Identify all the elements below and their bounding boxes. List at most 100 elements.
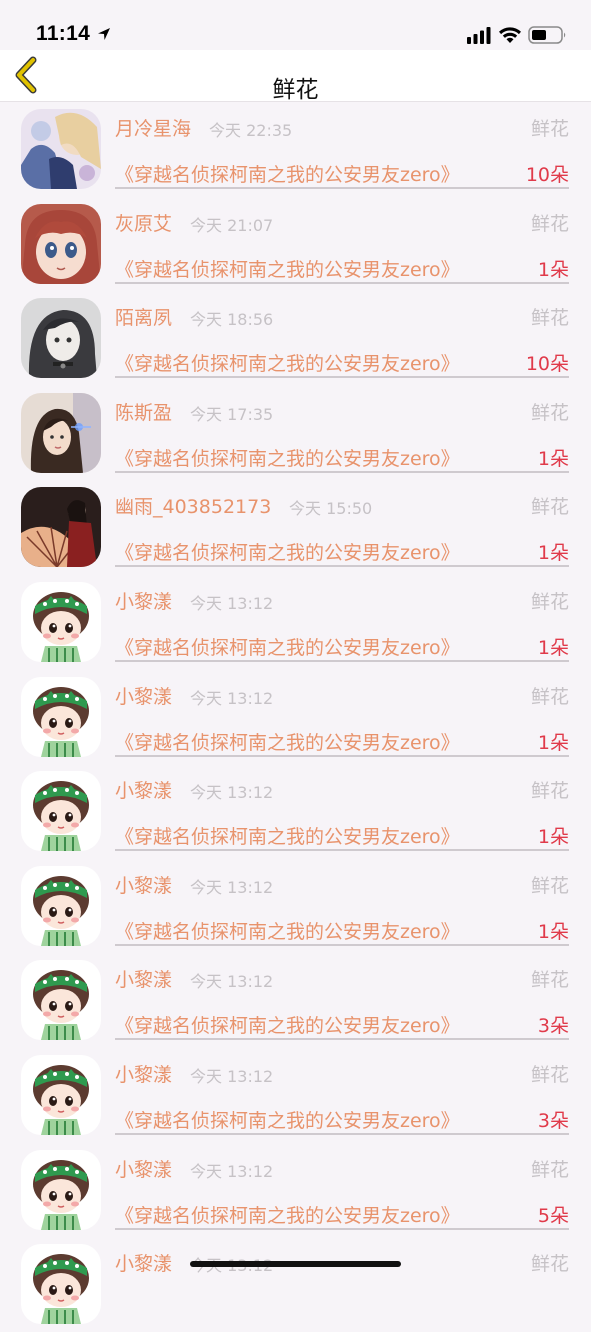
list-item[interactable]: 小黎漾 今天 13:12 鲜花 《穿越名侦探柯南之我的公安男友zero》 1朵 (0, 859, 591, 954)
book-title-link[interactable]: 《穿越名侦探柯南之我的公安男友zero》 (115, 633, 460, 660)
list-item[interactable]: 小黎漾 今天 13:12 鲜花 《穿越名侦探柯南之我的公安男友zero》 3朵 (0, 953, 591, 1048)
cartoon-girl-avatar (21, 960, 101, 1041)
avatar[interactable] (21, 487, 101, 568)
cellular-signal-icon (467, 27, 491, 44)
umbrella-girl-avatar (21, 487, 101, 568)
timestamp: 今天 13:12 (190, 1161, 274, 1181)
book-title-link[interactable]: 《穿越名侦探柯南之我的公安男友zero》 (115, 349, 460, 376)
avatar[interactable] (21, 1244, 101, 1325)
username[interactable]: 月冷星海 (115, 114, 191, 141)
username[interactable]: 灰原艾 (115, 209, 172, 236)
username[interactable]: 小黎漾 (115, 1155, 172, 1182)
row-divider (115, 470, 569, 473)
avatar[interactable] (21, 771, 101, 852)
list-item[interactable]: 月冷星海 今天 22:35 鲜花 《穿越名侦探柯南之我的公安男友zero》 10朵 (0, 102, 591, 197)
list-item[interactable]: 小黎漾 今天 13:12 鲜花 《穿越名侦探柯南之我的公安男友zero》 3朵 (0, 1048, 591, 1143)
anime-redhead-avatar (21, 203, 101, 284)
book-title-link[interactable]: 《穿越名侦探柯南之我的公安男友zero》 (115, 822, 460, 849)
username[interactable]: 小黎漾 (115, 1249, 172, 1276)
anime-girl-avatar (21, 109, 101, 189)
book-title-link[interactable]: 《穿越名侦探柯南之我的公安男友zero》 (115, 538, 460, 565)
book-title-link[interactable]: 《穿越名侦探柯南之我的公安男友zero》 (115, 255, 460, 282)
gift-type-label: 鲜花 (530, 401, 569, 424)
wifi-icon (499, 27, 521, 43)
gift-type-label: 鲜花 (530, 496, 569, 519)
flower-quantity: 1朵 (537, 731, 569, 754)
gift-type-label: 鲜花 (530, 118, 569, 140)
timestamp: 今天 13:12 (190, 1067, 274, 1086)
username[interactable]: 小黎漾 (115, 1060, 172, 1087)
username[interactable]: 陌离夙 (115, 303, 172, 330)
navigation-bar: 鲜花 (0, 50, 591, 103)
home-indicator[interactable] (190, 1261, 401, 1267)
row-divider (115, 754, 569, 757)
avatar[interactable] (21, 203, 101, 284)
timestamp: 今天 15:50 (289, 499, 373, 519)
row-divider (115, 1133, 569, 1135)
page-title: 鲜花 (272, 77, 319, 103)
cartoon-girl-avatar (21, 1055, 101, 1135)
username[interactable]: 小黎漾 (115, 587, 172, 614)
timestamp: 今天 13:12 (190, 783, 274, 803)
gift-type-label: 鲜花 (530, 307, 569, 330)
timestamp: 今天 21:07 (190, 215, 274, 235)
avatar[interactable] (21, 960, 101, 1041)
list-item[interactable]: 小黎漾 今天 13:12 鲜花 《穿越名侦探柯南之我的公安男友zero》 1朵 (0, 670, 591, 765)
username[interactable]: 陈斯盈 (115, 398, 172, 425)
cartoon-girl-avatar (21, 1244, 101, 1325)
row-divider (115, 187, 569, 189)
row-divider (115, 1227, 569, 1230)
book-title-link[interactable]: 《穿越名侦探柯南之我的公安男友zero》 (115, 160, 460, 187)
list-item[interactable]: 灰原艾 今天 21:07 鲜花《穿越名侦探柯南之我的公安男友zero》 1朵 (0, 197, 591, 292)
book-title-link[interactable]: 《穿越名侦探柯南之我的公安男友zero》 (115, 917, 460, 944)
list-item[interactable]: 小黎漾 今天 13:12 鲜花《穿越名侦探柯南之我的公安男友zero》 1朵 (0, 764, 591, 859)
timestamp: 今天 18:56 (190, 310, 274, 330)
username[interactable]: 幽雨_403852173 (115, 492, 271, 519)
book-title-link[interactable]: 《穿越名侦探柯南之我的公安男友zero》 (115, 728, 460, 755)
username[interactable]: 小黎漾 (115, 965, 172, 992)
flower-quantity: 1朵 (537, 920, 569, 943)
row-divider (115, 376, 569, 379)
list-item[interactable]: 小黎漾今天 13:12鲜花 (0, 1237, 591, 1332)
avatar[interactable] (21, 1149, 101, 1230)
status-time: 11:14 (36, 22, 91, 45)
timestamp: 今天 17:35 (190, 404, 274, 424)
list-item[interactable]: 陈斯盈 今天 17:35 鲜花 《穿越名侦探柯南之我的公安男友zero》 1朵 (0, 386, 591, 481)
cartoon-girl-avatar (21, 582, 101, 662)
row-divider (115, 943, 569, 946)
book-title-link[interactable]: 《穿越名侦探柯南之我的公安男友zero》 (115, 444, 460, 471)
gift-type-label: 鲜花 (530, 212, 569, 235)
row-divider (115, 660, 569, 662)
avatar[interactable] (21, 392, 101, 473)
row-divider (115, 1038, 569, 1041)
flower-quantity: 1朵 (537, 637, 569, 659)
sketch-girl-avatar (21, 298, 101, 379)
cartoon-girl-avatar (21, 771, 101, 852)
flower-quantity: 1朵 (537, 826, 569, 849)
username[interactable]: 小黎漾 (115, 682, 172, 709)
book-title-link[interactable]: 《穿越名侦探柯南之我的公安男友zero》 (115, 1011, 460, 1038)
avatar[interactable] (21, 109, 101, 189)
battery-icon (528, 26, 566, 44)
avatar[interactable] (21, 298, 101, 379)
timestamp: 今天 13:12 (190, 877, 274, 897)
gift-type-label: 鲜花 (530, 780, 569, 803)
list-item[interactable]: 陌离夙 今天 18:56 鲜花 《穿越名侦探柯南之我的公安男友zero》 10朵 (0, 291, 591, 386)
list-item[interactable]: 幽雨_403852173 今天 15:50 鲜花《穿越名侦探柯南之我的公安男友zer… (0, 480, 591, 575)
timestamp: 今天 13:12 (190, 688, 274, 708)
flower-quantity: 5朵 (537, 1204, 569, 1227)
gift-type-label: 鲜花 (530, 1158, 569, 1181)
avatar[interactable] (21, 1055, 101, 1135)
location-arrow-icon (98, 28, 110, 40)
flower-quantity: 1朵 (537, 258, 569, 281)
list-item[interactable]: 小黎漾 今天 13:12 鲜花《穿越名侦探柯南之我的公安男友zero》 5朵 (0, 1143, 591, 1238)
avatar[interactable] (21, 865, 101, 946)
portrait-girl-avatar (21, 392, 101, 473)
list-item[interactable]: 小黎漾 今天 13:12 鲜花 《穿越名侦探柯南之我的公安男友zero》 1朵 (0, 575, 591, 670)
username[interactable]: 小黎漾 (115, 871, 172, 898)
avatar[interactable] (21, 676, 101, 757)
book-title-link[interactable]: 《穿越名侦探柯南之我的公安男友zero》 (115, 1106, 460, 1133)
username[interactable]: 小黎漾 (115, 776, 172, 803)
avatar[interactable] (21, 582, 101, 662)
book-title-link[interactable]: 《穿越名侦探柯南之我的公安男友zero》 (115, 1201, 460, 1228)
